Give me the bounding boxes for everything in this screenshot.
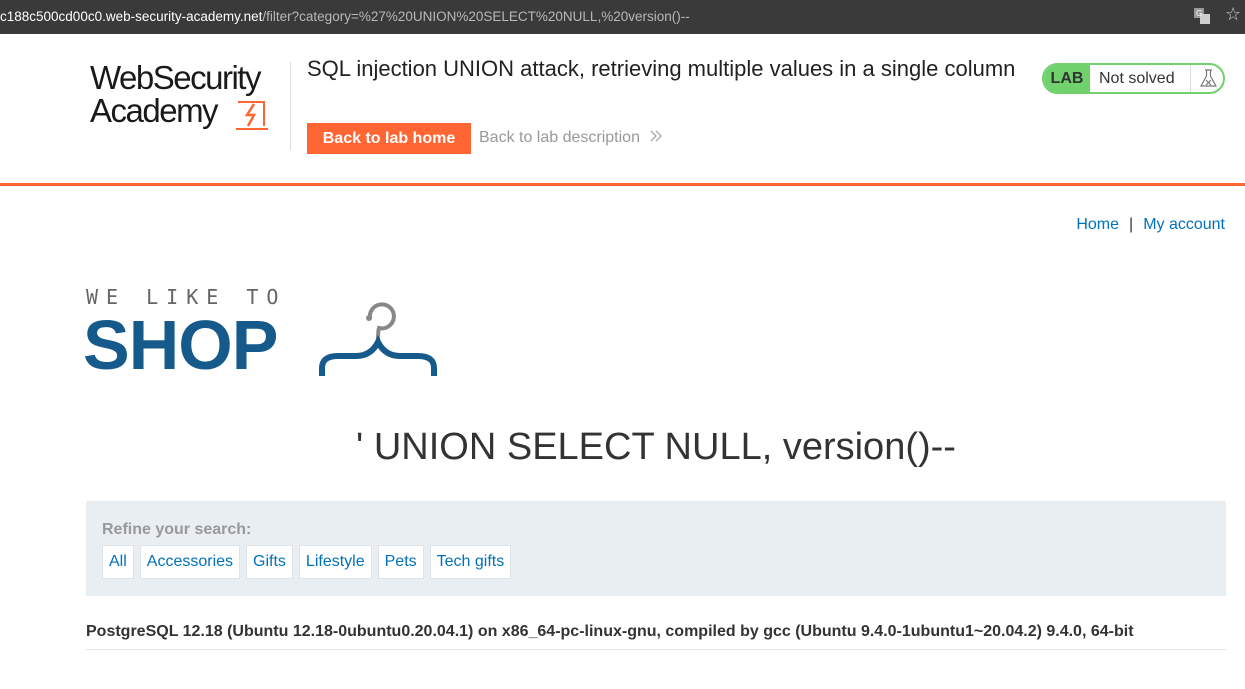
header-divider: [290, 62, 291, 150]
lab-badge: LAB: [1044, 65, 1090, 92]
web-security-academy-logo[interactable]: WebSecurity Academy: [86, 60, 286, 140]
filter-link-pets[interactable]: Pets: [377, 545, 424, 579]
my-account-link[interactable]: My account: [1143, 216, 1225, 233]
url-path: /filter?category=%27%20UNION%20SELECT%20…: [262, 9, 690, 24]
nav-separator: |: [1129, 216, 1134, 233]
account-nav: Home | My account: [1076, 216, 1225, 234]
filter-link-lifestyle[interactable]: Lifestyle: [298, 545, 372, 579]
url-host: c188c500cd00c0.web-security-academy.net: [0, 9, 263, 24]
academy-lightning-icon: [236, 101, 268, 130]
back-to-lab-description-link[interactable]: Back to lab description: [479, 129, 663, 147]
flask-icon: [1199, 69, 1218, 87]
lab-header: WebSecurity Academy SQL injection UNION …: [0, 34, 1245, 186]
translate-icon[interactable]: G: [1193, 7, 1211, 25]
lab-status-text: Not solved: [1099, 70, 1175, 87]
filter-link-accessories[interactable]: Accessories: [139, 545, 241, 579]
lab-status-widget: LAB Not solved: [1042, 63, 1225, 94]
logo-line1: WebSecurity: [90, 59, 261, 96]
header-accent-rule: [0, 183, 1245, 186]
back-to-lab-home-button[interactable]: Back to lab home: [307, 123, 471, 154]
category-list: All Accessories Gifts Lifestyle Pets Tec…: [102, 545, 512, 579]
url-text[interactable]: c188c500cd00c0.web-security-academy.net/…: [0, 9, 690, 24]
svg-text:G: G: [1196, 9, 1202, 18]
browser-address-bar[interactable]: c188c500cd00c0.web-security-academy.net/…: [0, 0, 1245, 34]
flask-icon-box: [1190, 65, 1223, 92]
back-to-lab-description-label: Back to lab description: [479, 129, 640, 146]
lab-title: SQL injection UNION attack, retrieving m…: [307, 56, 1016, 81]
shop-logo: WE LIKE TO SHOP: [83, 285, 446, 385]
result-divider: [86, 649, 1226, 650]
shop-word: SHOP: [83, 306, 278, 384]
filter-panel: Refine your search: All Accessories Gift…: [86, 501, 1226, 596]
double-chevron-right-icon: [650, 130, 663, 142]
home-link[interactable]: Home: [1076, 216, 1119, 233]
filter-link-gifts[interactable]: Gifts: [246, 545, 293, 579]
category-heading: ' UNION SELECT NULL, version()--: [356, 426, 956, 468]
clothes-hanger-icon: [319, 302, 437, 376]
logo-line2: Academy: [90, 92, 219, 129]
bookmark-star-icon[interactable]: ☆: [1225, 4, 1241, 25]
filter-link-all[interactable]: All: [102, 545, 134, 579]
result-row-text: PostgreSQL 12.18 (Ubuntu 12.18-0ubuntu0.…: [86, 623, 1134, 640]
refine-search-label: Refine your search:: [102, 521, 252, 538]
filter-link-tech-gifts[interactable]: Tech gifts: [429, 545, 512, 579]
